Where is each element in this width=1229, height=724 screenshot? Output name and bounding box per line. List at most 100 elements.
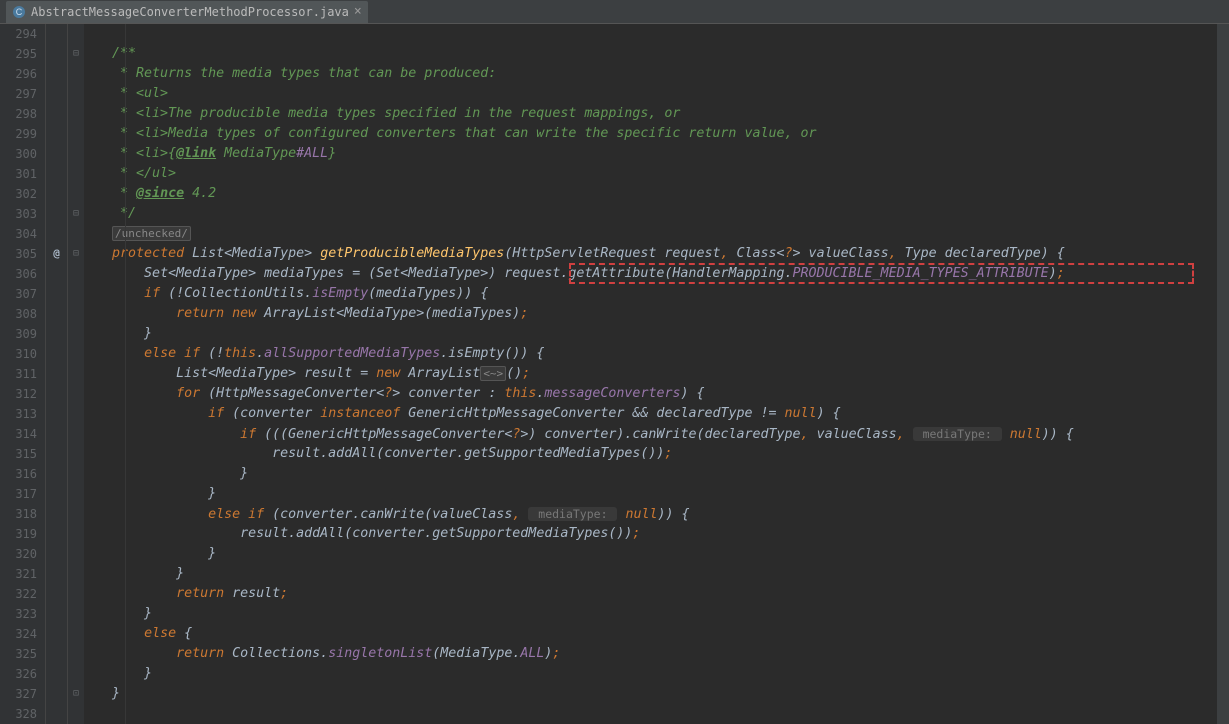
fold-marker[interactable]: [68, 704, 84, 724]
fold-marker[interactable]: [68, 344, 84, 364]
fold-marker[interactable]: [68, 484, 84, 504]
code-line[interactable]: }: [84, 564, 1229, 584]
code-line[interactable]: }: [84, 544, 1229, 564]
gutter-marker: [46, 424, 67, 444]
fold-marker[interactable]: [68, 304, 84, 324]
fold-marker[interactable]: [68, 364, 84, 384]
code-line[interactable]: [84, 24, 1229, 44]
fold-marker[interactable]: [68, 264, 84, 284]
code-line[interactable]: return result;: [84, 584, 1229, 604]
fold-marker[interactable]: [68, 404, 84, 424]
code-line[interactable]: }: [84, 484, 1229, 504]
gutter-marker: [46, 184, 67, 204]
fold-marker[interactable]: [68, 224, 84, 244]
token: result.addAll(converter.getSupportedMedi…: [112, 446, 664, 461]
token: [112, 306, 176, 321]
token: PRODUCIBLE_MEDIA_TYPES_ATTRIBUTE: [793, 266, 1049, 281]
code-line[interactable]: if (converter instanceof GenericHttpMess…: [84, 404, 1229, 424]
fold-marker[interactable]: [68, 324, 84, 344]
code-line[interactable]: * <li>{@link MediaType#ALL}: [84, 144, 1229, 164]
code-line[interactable]: * </ul>: [84, 164, 1229, 184]
line-number: 321: [0, 564, 37, 584]
fold-marker[interactable]: [68, 564, 84, 584]
fold-marker[interactable]: [68, 624, 84, 644]
fold-marker[interactable]: [68, 384, 84, 404]
error-stripe[interactable]: [1217, 24, 1229, 724]
code-line[interactable]: }: [84, 464, 1229, 484]
token: instanceof: [320, 406, 408, 421]
code-line[interactable]: else {: [84, 624, 1229, 644]
line-number: 319: [0, 524, 37, 544]
fold-marker[interactable]: [68, 644, 84, 664]
fold-marker[interactable]: [68, 184, 84, 204]
code-line[interactable]: [84, 704, 1229, 724]
token: .isEmpty()) {: [440, 346, 544, 361]
fold-marker[interactable]: ⊟: [68, 244, 84, 264]
code-line[interactable]: * @since 4.2: [84, 184, 1229, 204]
code-line[interactable]: }: [84, 604, 1229, 624]
token: ;: [552, 646, 560, 661]
code-line[interactable]: result.addAll(converter.getSupportedMedi…: [84, 444, 1229, 464]
code-line[interactable]: protected List<MediaType> getProducibleM…: [84, 244, 1229, 264]
code-line[interactable]: else if (!this.allSupportedMediaTypes.is…: [84, 344, 1229, 364]
fold-marker[interactable]: ⊟: [68, 44, 84, 64]
code-line[interactable]: List<MediaType> result = new ArrayList<~…: [84, 364, 1229, 384]
code-line[interactable]: for (HttpMessageConverter<?> converter :…: [84, 384, 1229, 404]
gutter-marker: [46, 224, 67, 244]
fold-marker[interactable]: [68, 544, 84, 564]
code-line[interactable]: else if (converter.canWrite(valueClass, …: [84, 504, 1229, 524]
code-line[interactable]: if (!CollectionUtils.isEmpty(mediaTypes)…: [84, 284, 1229, 304]
token: null: [1002, 427, 1042, 442]
fold-marker[interactable]: [68, 124, 84, 144]
token: messageConverters: [544, 386, 680, 401]
fold-marker[interactable]: [68, 504, 84, 524]
code-line[interactable]: }: [84, 684, 1229, 704]
fold-marker[interactable]: [68, 664, 84, 684]
close-icon[interactable]: ×: [354, 4, 362, 19]
token: if: [240, 427, 264, 442]
code-line[interactable]: */: [84, 204, 1229, 224]
fold-marker[interactable]: [68, 424, 84, 444]
code-line[interactable]: * <ul>: [84, 84, 1229, 104]
token: )) {: [1042, 427, 1074, 442]
code-line[interactable]: /**: [84, 44, 1229, 64]
fold-marker[interactable]: [68, 104, 84, 124]
token: * <li>The producible media types specifi…: [88, 106, 680, 121]
file-tab[interactable]: C AbstractMessageConverterMethodProcesso…: [6, 1, 368, 23]
fold-marker[interactable]: [68, 444, 84, 464]
fold-marker[interactable]: ⊟: [68, 204, 84, 224]
code-line[interactable]: Set<MediaType> mediaTypes = (Set<MediaTy…: [84, 264, 1229, 284]
line-number: 305: [0, 244, 37, 264]
code-line[interactable]: * <li>Media types of configured converte…: [84, 124, 1229, 144]
fold-marker[interactable]: [68, 284, 84, 304]
code-line[interactable]: return new ArrayList<MediaType>(mediaTyp…: [84, 304, 1229, 324]
code-line[interactable]: /unchecked/: [84, 224, 1229, 244]
line-number: 325: [0, 644, 37, 664]
token: [112, 406, 208, 421]
fold-marker[interactable]: [68, 604, 84, 624]
code-line[interactable]: * Returns the media types that can be pr…: [84, 64, 1229, 84]
fold-marker[interactable]: [68, 84, 84, 104]
code-line[interactable]: }: [84, 324, 1229, 344]
code-line[interactable]: if (((GenericHttpMessageConverter<?>) co…: [84, 424, 1229, 444]
fold-marker[interactable]: [68, 144, 84, 164]
code-line[interactable]: * <li>The producible media types specifi…: [84, 104, 1229, 124]
token: }: [112, 566, 184, 581]
fold-marker[interactable]: [68, 584, 84, 604]
code-area[interactable]: /** * Returns the media types that can b…: [84, 24, 1229, 724]
token: .: [256, 346, 264, 361]
fold-marker[interactable]: [68, 524, 84, 544]
fold-marker[interactable]: [68, 164, 84, 184]
token: [112, 427, 240, 442]
code-line[interactable]: result.addAll(converter.getSupportedMedi…: [84, 524, 1229, 544]
gutter-marker: [46, 64, 67, 84]
code-line[interactable]: }: [84, 664, 1229, 684]
token: (MediaType.: [432, 646, 520, 661]
fold-marker[interactable]: ⊡: [68, 684, 84, 704]
fold-marker[interactable]: [68, 464, 84, 484]
line-number: 297: [0, 84, 37, 104]
code-line[interactable]: return Collections.singletonList(MediaTy…: [84, 644, 1229, 664]
fold-marker[interactable]: [68, 64, 84, 84]
fold-marker[interactable]: [68, 24, 84, 44]
token: <~>: [480, 366, 506, 381]
